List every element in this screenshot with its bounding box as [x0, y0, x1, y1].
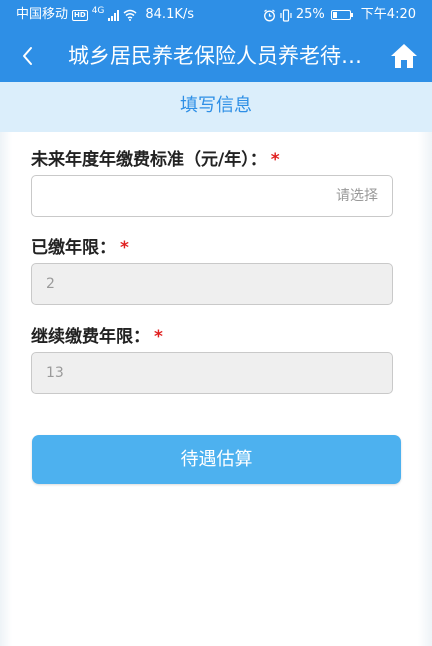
continue-years-label-text: 继续缴费年限： — [31, 327, 150, 347]
app-bar: 中国移动 HD 4G 84.1K/s 25% 下午4:20 城乡居民养老保险人员… — [0, 0, 432, 82]
paid-years-value: 2 — [46, 276, 55, 292]
clock: 下午4:20 — [360, 7, 416, 22]
vibrate-icon — [280, 8, 292, 22]
continue-years-field: 13 — [31, 352, 393, 394]
required-mark: * — [154, 327, 163, 347]
future-fee-label: 未来年度年缴费标准（元/年）： * — [31, 145, 280, 170]
back-button[interactable] — [10, 38, 46, 74]
estimate-button[interactable]: 待遇估算 — [32, 435, 401, 484]
status-right: 25% 下午4:20 — [263, 0, 416, 30]
nav-bar: 城乡居民养老保险人员养老待遇估算 — [0, 30, 432, 82]
battery-percent: 25% — [295, 7, 325, 22]
carrier-name: 中国移动 — [16, 7, 69, 22]
required-mark: * — [120, 238, 129, 258]
alarm-icon — [263, 9, 275, 21]
paid-years-label: 已缴年限： * — [31, 233, 129, 258]
signal-icon — [108, 9, 120, 21]
section-title: 填写信息 — [0, 82, 432, 132]
battery-icon — [330, 10, 353, 20]
left-edge-shade — [0, 132, 12, 646]
home-button[interactable] — [388, 40, 420, 72]
chevron-left-icon — [23, 47, 32, 65]
paid-years-field: 2 — [31, 263, 393, 305]
page-title: 城乡居民养老保险人员养老待遇估算 — [68, 44, 368, 68]
future-fee-select[interactable]: 请选择 — [31, 175, 393, 217]
required-mark: * — [270, 150, 280, 170]
continue-years-value: 13 — [46, 365, 64, 381]
network-speed: 84.1K/s — [145, 7, 195, 22]
status-left: 中国移动 HD 4G 84.1K/s — [16, 0, 194, 30]
paid-years-label-text: 已缴年限： — [31, 238, 116, 258]
wifi-icon — [123, 9, 137, 21]
right-edge-shade — [418, 132, 432, 646]
status-bar: 中国移动 HD 4G 84.1K/s 25% 下午4:20 — [0, 0, 432, 30]
home-icon — [391, 44, 417, 68]
network-type: 4G — [91, 6, 105, 16]
continue-years-label: 继续缴费年限： * — [31, 322, 163, 347]
hd-badge: HD — [72, 9, 88, 21]
future-fee-placeholder: 请选择 — [336, 188, 378, 204]
future-fee-label-text: 未来年度年缴费标准（元/年）： — [31, 150, 267, 170]
